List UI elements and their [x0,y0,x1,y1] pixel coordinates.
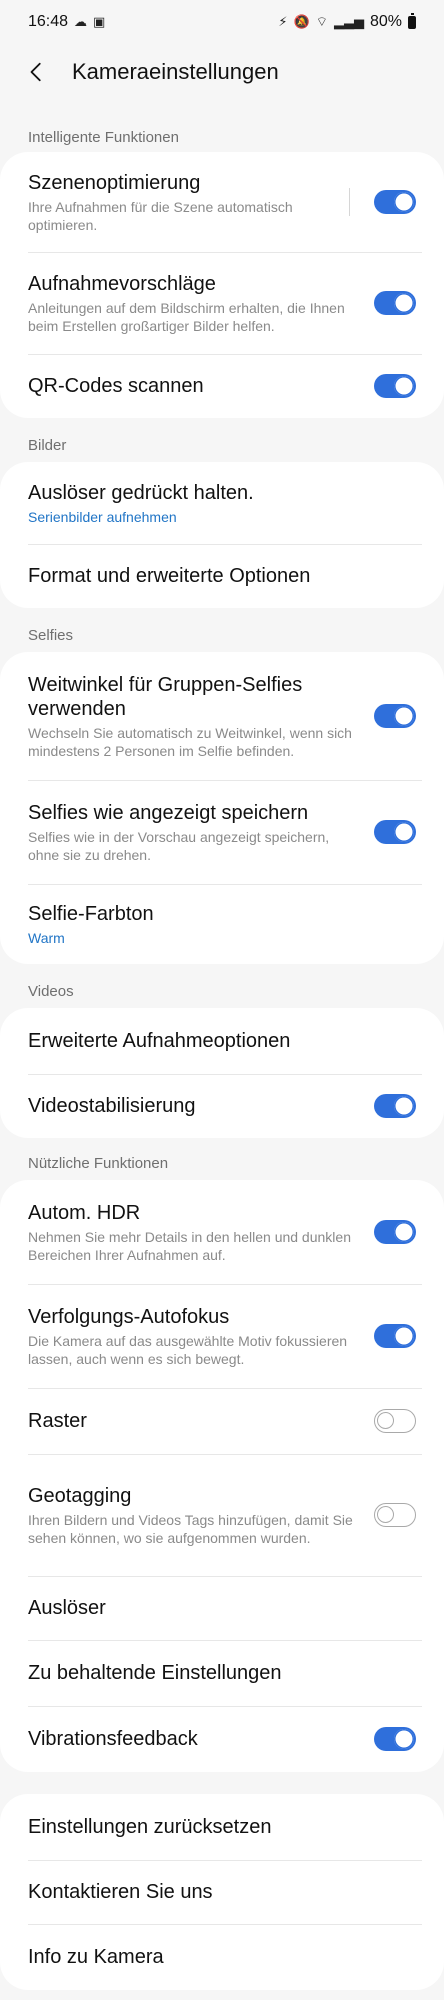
notification-icon: ☁ [74,14,88,29]
section-label-smart: Intelligente Funktionen [28,129,179,146]
wide-title: Weitwinkel für Gruppen-Selfies verwenden [28,673,303,720]
af-title: Verfolgungs-Autofokus [28,1305,230,1328]
section-label-videos: Videos [28,983,74,1000]
info-title: Info zu Kamera [28,1946,164,1968]
status-time: 16:48 [28,13,69,30]
nfc-icon: ⚡ [278,14,288,29]
wide-sub: Wechseln Sie automatisch zu Weitwinkel, … [28,724,352,759]
wide-toggle[interactable] [374,704,416,728]
grid-toggle[interactable] [374,1409,416,1433]
card-videos: Erweiterte Aufnahmeoptionen Videostabili… [0,1008,444,1138]
battery-percent: 80% [369,13,402,30]
contact-title: Kontaktieren Sie uns [28,1881,213,1903]
geo-title: Geotagging [28,1484,132,1507]
suggest-sub: Anleitungen auf dem Bildschirm erhalten,… [28,299,345,334]
tone-title: Selfie-Farbton [28,902,154,925]
setting-reset[interactable]: Einstellungen zurücksetzen [0,1794,444,1860]
card-selfies: Weitwinkel für Gruppen-Selfies verwenden… [0,652,444,964]
setting-contact-us[interactable]: Kontaktieren Sie uns [0,1860,444,1924]
wifi-icon: ⌔ [315,14,328,29]
keep-title: Zu behaltende Einstellungen [28,1662,282,1684]
setting-save-as-previewed[interactable]: Selfies wie angezeigt speichern Selfies … [0,780,444,884]
card-smart: Szenenoptimierung Ihre Aufnahmen für die… [0,152,444,418]
shutter-title: Auslöser [28,1597,106,1619]
stab-title: Videostabilisierung [28,1095,196,1117]
hdr-sub: Nehmen Sie mehr Details in den hellen un… [28,1228,351,1263]
advanced-title: Erweiterte Aufnahmeoptionen [28,1030,291,1052]
setting-shot-suggestions[interactable]: Aufnahmevorschläge Anleitungen auf dem B… [0,252,444,354]
status-bar: 16:48 ☁ ▣ ⚡ 🔕 ⌔ ▂▃▅ 80% [0,0,444,44]
setting-advanced-recording[interactable]: Erweiterte Aufnahmeoptionen [0,1008,444,1074]
battery-icon [408,12,416,29]
setting-tracking-af[interactable]: Verfolgungs-Autofokus Die Kamera auf das… [0,1284,444,1388]
section-label-useful: Nützliche Funktionen [28,1155,169,1172]
stab-toggle[interactable] [374,1094,416,1118]
save-sub: Selfies wie in der Vorschau angezeigt sp… [28,828,330,863]
setting-selfie-tone[interactable]: Selfie-Farbton Warm [0,884,444,964]
geo-toggle[interactable] [374,1503,416,1527]
qr-toggle[interactable] [374,374,416,398]
setting-wide-group-selfie[interactable]: Weitwinkel für Gruppen-Selfies verwenden… [0,652,444,780]
suggest-toggle[interactable] [374,291,416,315]
setting-vibration-feedback[interactable]: Vibrationsfeedback [0,1706,444,1772]
page-title: Kameraeinstellungen [72,59,279,84]
vibration-title: Vibrationsfeedback [28,1728,198,1750]
section-label-pictures: Bilder [28,437,67,454]
back-arrow-icon[interactable] [26,61,48,83]
reset-title: Einstellungen zurücksetzen [28,1816,272,1838]
save-title: Selfies wie angezeigt speichern [28,801,309,824]
hold-shutter-value: Serienbilder aufnehmen [28,508,177,525]
card-pictures: Auslöser gedrückt halten. Serienbilder a… [0,462,444,608]
setting-grid[interactable]: Raster [0,1388,444,1454]
geo-sub: Ihren Bildern und Videos Tags hinzufügen… [28,1511,353,1546]
setting-about-camera[interactable]: Info zu Kamera [0,1924,444,1990]
setting-qr-codes[interactable]: QR-Codes scannen [0,354,444,418]
scene-sub: Ihre Aufnahmen für die Szene automatisch… [28,198,293,233]
setting-keep-settings[interactable]: Zu behaltende Einstellungen [0,1640,444,1706]
setting-scene-optimizer[interactable]: Szenenoptimierung Ihre Aufnahmen für die… [0,152,444,252]
card-useful: Autom. HDR Nehmen Sie mehr Details in de… [0,1180,444,1772]
mute-icon: 🔕 [293,14,310,29]
signal-icon: ▂▃▅ [333,14,364,29]
app-bar: Kameraeinstellungen [0,44,444,100]
card-misc: Einstellungen zurücksetzen Kontaktieren … [0,1794,444,1990]
vibration-toggle[interactable] [374,1727,416,1751]
scene-title: Szenenoptimierung [28,171,201,194]
setting-format-options[interactable]: Format und erweiterte Optionen [0,544,444,608]
tone-value: Warm [28,929,65,946]
grid-title: Raster [28,1410,87,1432]
hdr-toggle[interactable] [374,1220,416,1244]
hdr-title: Autom. HDR [28,1201,141,1224]
hold-shutter-title: Auslöser gedrückt halten. [28,481,254,504]
gallery-icon: ▣ [93,14,106,29]
af-toggle[interactable] [374,1324,416,1348]
af-sub: Die Kamera auf das ausgewählte Motiv fok… [28,1332,348,1367]
setting-shutter[interactable]: Auslöser [0,1576,444,1640]
format-title: Format und erweiterte Optionen [28,565,311,587]
setting-hold-shutter[interactable]: Auslöser gedrückt halten. Serienbilder a… [0,462,444,544]
setting-video-stabilization[interactable]: Videostabilisierung [0,1074,444,1138]
section-label-selfies: Selfies [28,627,74,644]
divider [349,188,350,216]
suggest-title: Aufnahmevorschläge [28,272,216,295]
setting-auto-hdr[interactable]: Autom. HDR Nehmen Sie mehr Details in de… [0,1180,444,1284]
setting-geotagging[interactable]: Geotagging Ihren Bildern und Videos Tags… [0,1454,444,1576]
qr-title: QR-Codes scannen [28,375,204,397]
save-toggle[interactable] [374,820,416,844]
scene-toggle[interactable] [374,190,416,214]
